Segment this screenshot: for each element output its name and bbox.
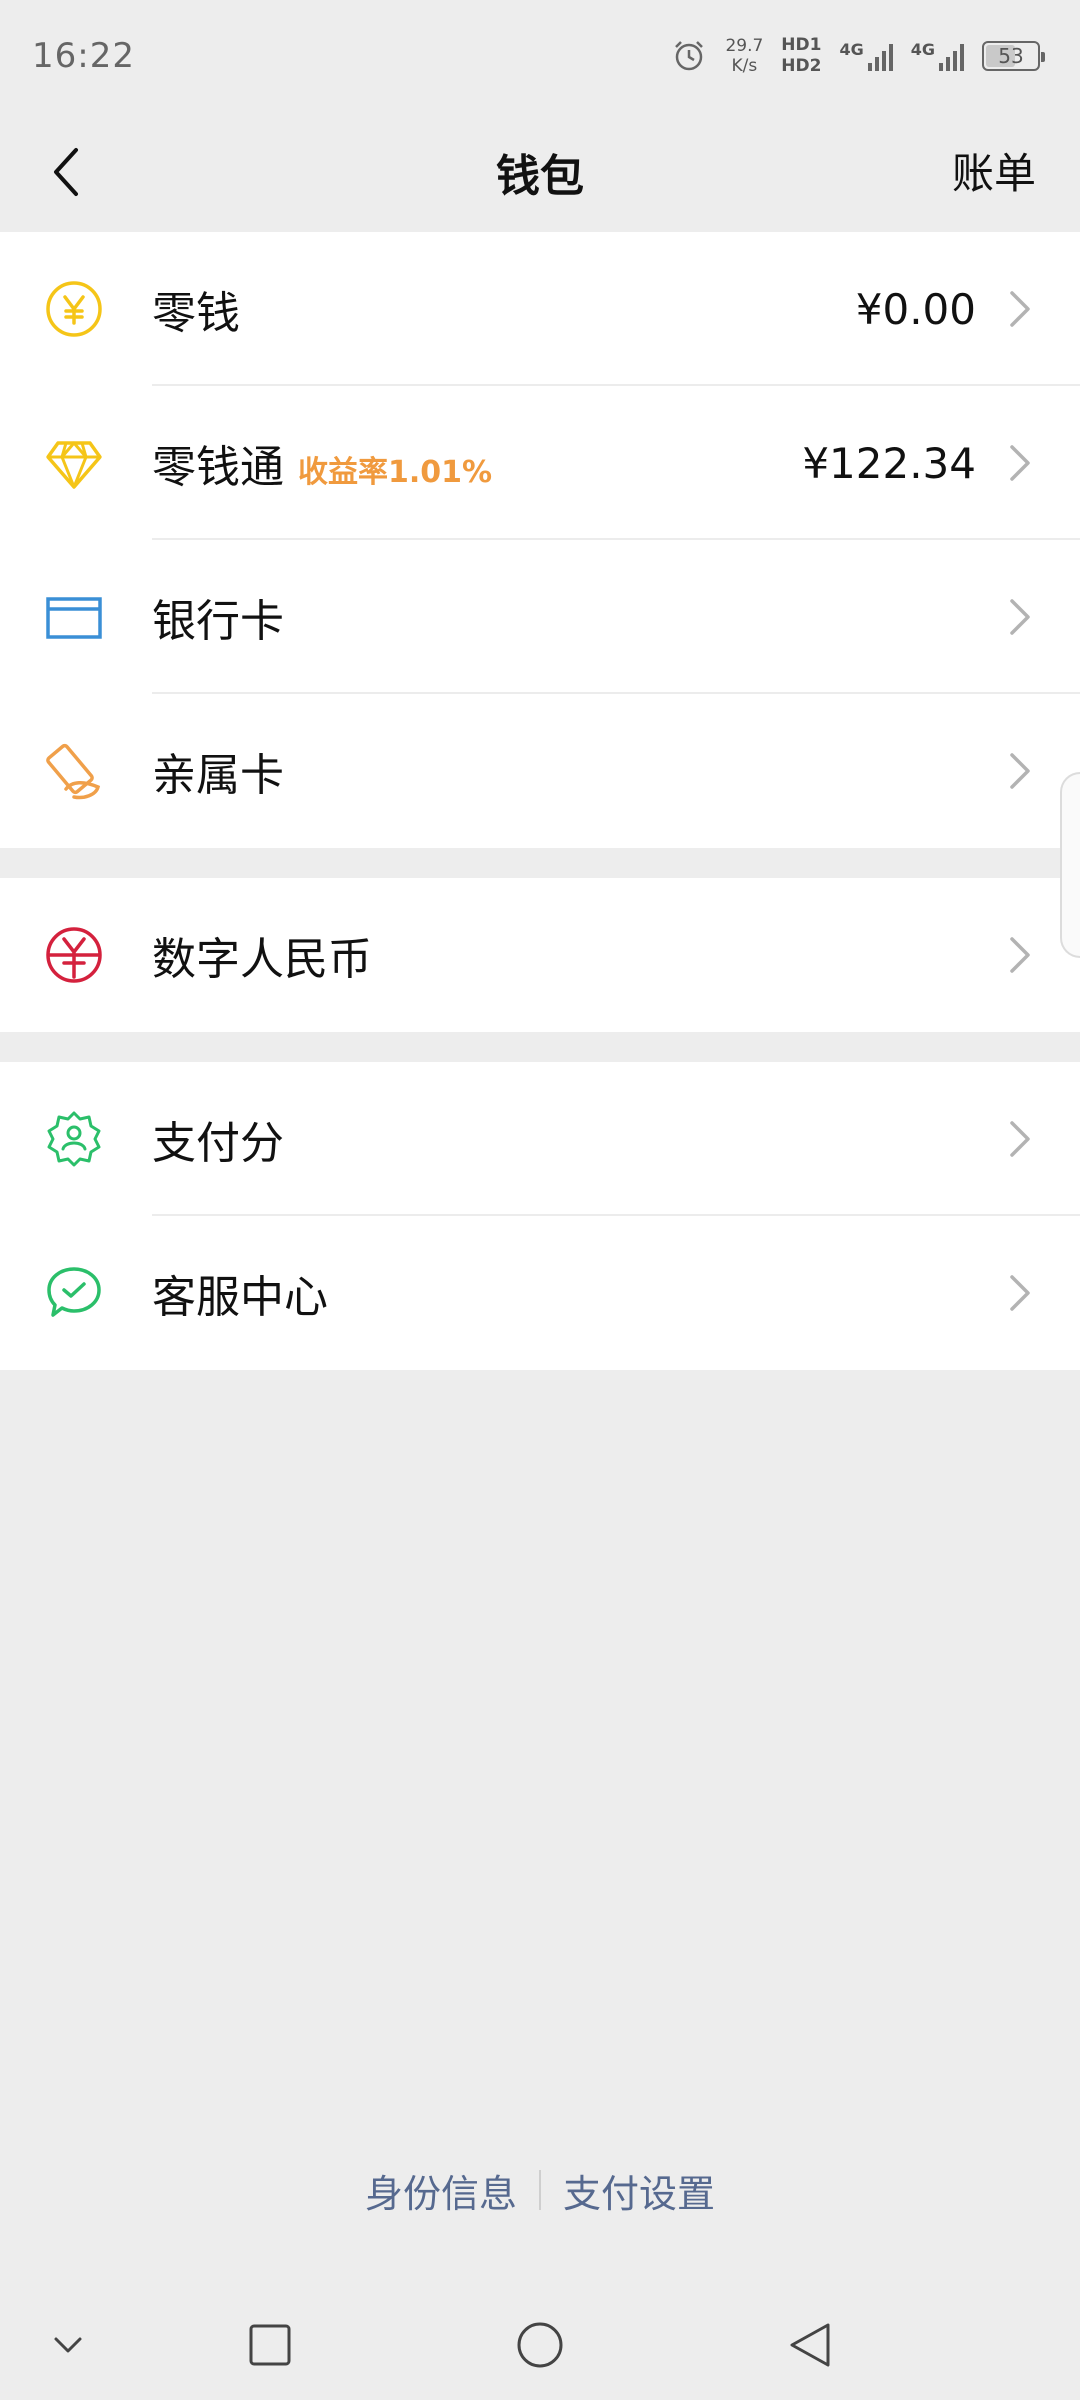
- bill-button[interactable]: 账单: [952, 140, 1036, 201]
- nav-bar: 钱包 账单: [0, 112, 1080, 232]
- status-icons: 29.7 K/s HD1 HD2 4G 4G 53: [671, 35, 1045, 77]
- nav-home-button[interactable]: [510, 2315, 570, 2375]
- row-label: 银行卡: [152, 596, 284, 647]
- yield-rate-tag: 收益率1.01%: [298, 455, 493, 490]
- chevron-down-icon: [54, 2337, 82, 2353]
- chevron-right-icon: [1010, 1121, 1030, 1157]
- nav-collapse-button[interactable]: [38, 2315, 98, 2375]
- status-bar: 16:22 29.7 K/s HD1 HD2 4G 4G 53: [0, 0, 1080, 112]
- chevron-right-icon: [1010, 753, 1030, 789]
- row-customer-service[interactable]: 客服中心: [0, 1216, 1080, 1370]
- yuan-coin-icon: [46, 281, 102, 337]
- network-speed: 29.7 K/s: [725, 36, 764, 76]
- customer-service-icon: [47, 1267, 101, 1317]
- balance-value: ¥0.00: [855, 284, 976, 334]
- wallet-group-main: 零钱 ¥0.00 零钱通 收益率1.01% ¥122.34 银行卡 亲属卡: [0, 232, 1080, 848]
- row-bank-card[interactable]: 银行卡: [0, 540, 1080, 694]
- signal-1: 4G: [839, 41, 893, 71]
- row-label: 亲属卡: [152, 750, 284, 801]
- wallet-group-digital: 数字人民币: [0, 878, 1080, 1032]
- hd-indicator: HD1 HD2: [781, 35, 822, 76]
- alarm-icon: [675, 41, 704, 71]
- status-time: 16:22: [32, 36, 135, 76]
- back-button[interactable]: [30, 136, 102, 208]
- signal-2: 4G: [911, 41, 964, 71]
- circle-icon: [517, 2322, 563, 2368]
- chevron-right-icon: [1010, 291, 1030, 327]
- nav-back-button[interactable]: [780, 2315, 840, 2375]
- footer-links: 身份信息 支付设置: [0, 2160, 1080, 2220]
- triangle-back-icon: [790, 2323, 830, 2367]
- row-label: 支付分: [152, 1118, 284, 1169]
- row-label: 客服中心: [152, 1272, 328, 1323]
- back-arrow-icon: [54, 148, 78, 196]
- page-title: 钱包: [496, 151, 584, 202]
- chevron-right-icon: [1010, 937, 1030, 973]
- lingqiantong-value: ¥122.34: [802, 438, 976, 488]
- square-icon: [249, 2324, 291, 2366]
- signal-bars-icon: [939, 41, 964, 71]
- identity-info-link[interactable]: 身份信息: [365, 2163, 517, 2218]
- diamond-icon: [46, 441, 102, 489]
- row-family-card[interactable]: 亲属卡: [0, 694, 1080, 848]
- row-label: 零钱通 收益率1.01%: [152, 442, 493, 493]
- chevron-right-icon: [1010, 599, 1030, 635]
- family-card-icon: [46, 743, 101, 800]
- row-label: 零钱: [152, 288, 240, 339]
- row-lingqiantong[interactable]: 零钱通 收益率1.01% ¥122.34: [0, 386, 1080, 540]
- chevron-right-icon: [1010, 1275, 1030, 1311]
- digital-rmb-icon: [46, 927, 102, 983]
- pay-score-icon: [47, 1111, 101, 1167]
- chevron-right-icon: [1010, 445, 1030, 481]
- system-nav-bar: [0, 2290, 1080, 2400]
- row-label: 数字人民币: [152, 934, 372, 985]
- row-pay-score[interactable]: 支付分: [0, 1062, 1080, 1216]
- divider: [539, 2170, 541, 2210]
- floating-side-handle[interactable]: [1060, 772, 1080, 958]
- bank-card-icon: [46, 597, 102, 639]
- nav-recents-button[interactable]: [240, 2315, 300, 2375]
- row-digital-rmb[interactable]: 数字人民币: [0, 878, 1080, 1032]
- wallet-group-services: 支付分 客服中心: [0, 1062, 1080, 1370]
- payment-settings-link[interactable]: 支付设置: [563, 2163, 715, 2218]
- battery-icon: 53: [982, 41, 1045, 71]
- row-balance[interactable]: 零钱 ¥0.00: [0, 232, 1080, 386]
- signal-bars-icon: [867, 41, 893, 71]
